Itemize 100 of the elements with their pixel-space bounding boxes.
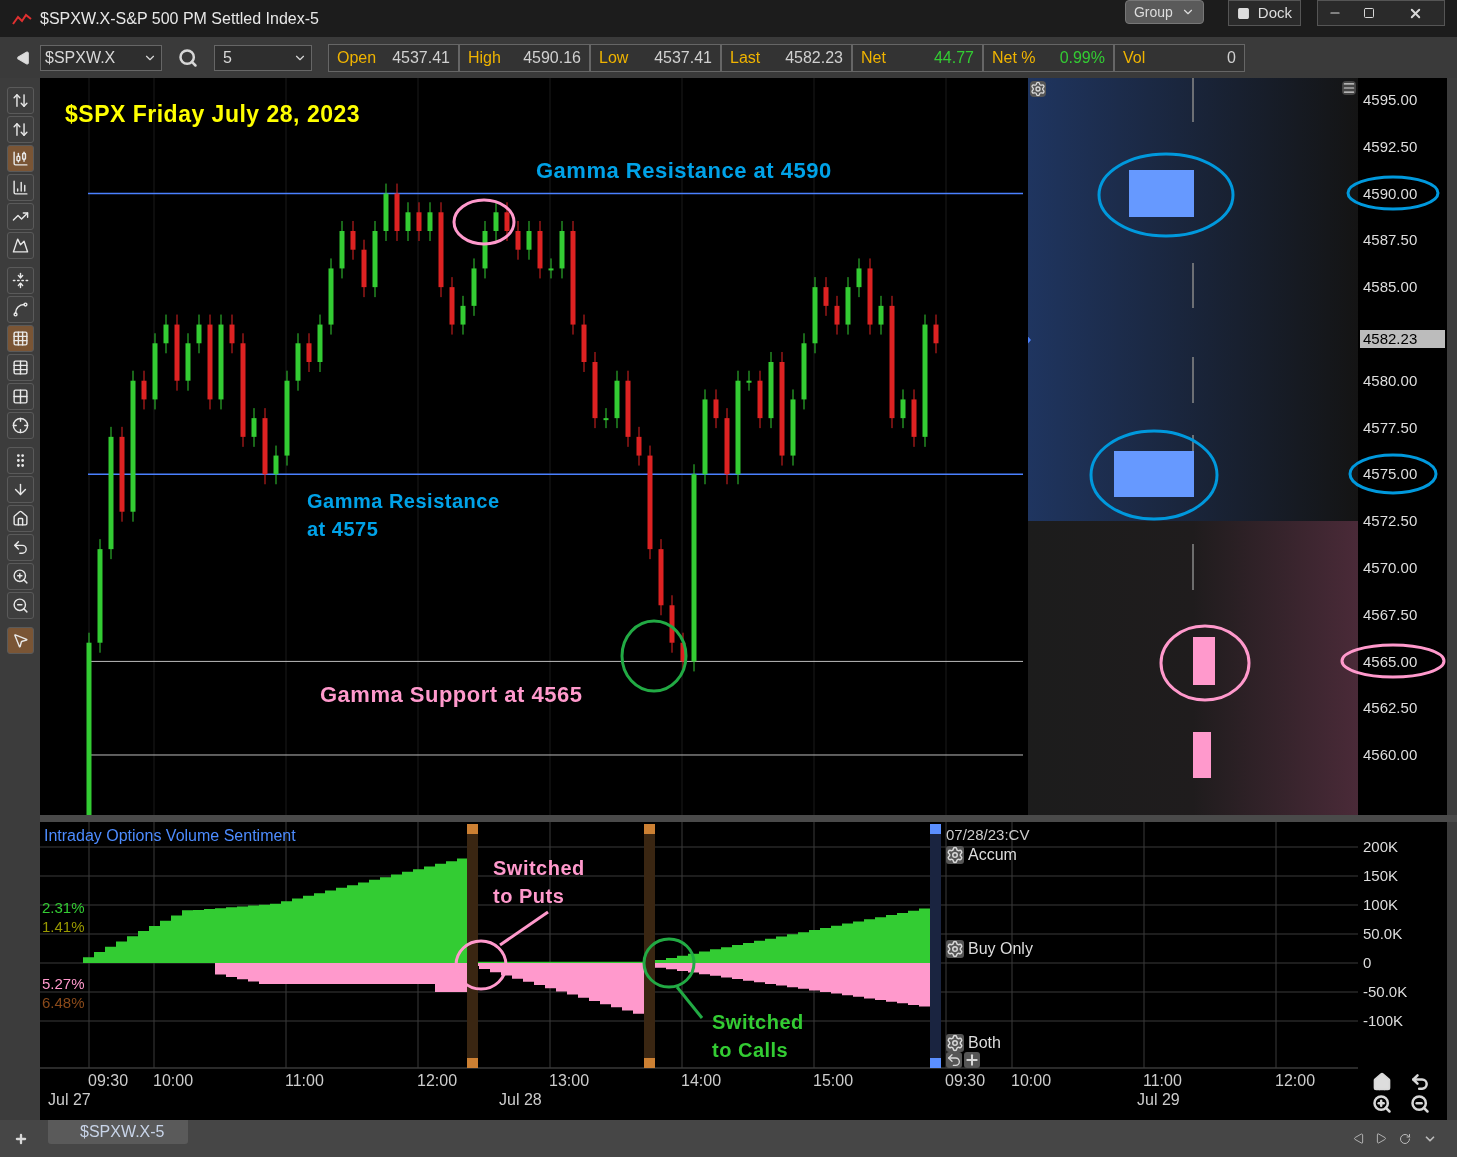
price-label: 4580.00 [1363, 371, 1418, 390]
close-button[interactable] [1386, 1, 1444, 25]
profile-bar [1129, 170, 1194, 217]
small-grid-icon [11, 388, 29, 405]
percent-label: 6.48% [42, 993, 85, 1013]
chart-annotation: Switched to Calls [712, 1010, 805, 1063]
chart-tool-button[interactable] [6, 145, 34, 172]
quote-label: Open [337, 47, 377, 68]
value-label: -100K [1363, 1012, 1404, 1030]
chart-tool-button[interactable] [6, 447, 34, 474]
add-icon[interactable] [964, 1052, 980, 1068]
time-label: 14:00 [681, 1071, 722, 1091]
add-tab-icon[interactable] [14, 1131, 28, 1146]
settings-icon[interactable] [946, 1034, 964, 1052]
quote-label: Vol [1123, 47, 1146, 68]
chart-tool-button[interactable] [6, 383, 34, 410]
dock-button[interactable]: Dock [1227, 0, 1301, 26]
time-label: 09:30 [88, 1071, 129, 1091]
chart-tool-button[interactable] [6, 534, 34, 561]
chart-tab[interactable]: $SPXW.X-5 [48, 1120, 189, 1144]
highlight-circle [452, 198, 516, 246]
price-label: 4570.00 [1363, 559, 1418, 577]
zoom-out-icon[interactable] [1410, 1094, 1430, 1114]
price-label: 4595.00 [1363, 91, 1418, 109]
column-chart-icon [11, 179, 29, 196]
price-label: 4592.50 [1363, 137, 1418, 156]
quote-label: Net [861, 47, 886, 68]
time-label: 15:00 [813, 1071, 854, 1091]
chart-tool-button[interactable] [6, 267, 34, 294]
chart-tool-button[interactable] [6, 296, 34, 323]
percent-label: 1.41% [42, 917, 85, 937]
profile-tick [1192, 78, 1194, 123]
price-label: 4562.50 [1363, 699, 1418, 718]
value-label: 50.0K [1363, 925, 1403, 943]
legend-label: Both [968, 1033, 1001, 1053]
settings-icon[interactable] [1030, 81, 1046, 97]
chart-tool-button[interactable] [6, 232, 34, 259]
maximize-icon [1363, 7, 1375, 19]
leader-line [499, 910, 549, 947]
chart-tool-button[interactable] [6, 476, 34, 503]
back-arrow-icon[interactable] [16, 50, 30, 65]
undo-icon[interactable] [1410, 1072, 1430, 1092]
time-label: 10:00 [153, 1071, 194, 1091]
quote-value: 4590.16 [523, 47, 581, 68]
quote-label: Last [730, 47, 761, 68]
chart-tool-button[interactable] [6, 563, 34, 590]
group-button[interactable]: Group [1124, 0, 1204, 24]
price-label: 4577.50 [1363, 418, 1418, 437]
interval-field[interactable]: 5 [214, 44, 312, 71]
settings-icon[interactable] [946, 940, 964, 958]
chart-tool-button[interactable] [6, 412, 34, 439]
legend-label: Buy Only [968, 939, 1033, 959]
legend-label: Accum [968, 845, 1017, 865]
price-label: 4575.00 [1363, 465, 1418, 484]
undo-icon [11, 539, 29, 556]
zoom-out-icon [11, 597, 29, 614]
chart-tool-button[interactable] [6, 627, 34, 654]
chart-tool-button[interactable] [6, 174, 34, 201]
profile-bar [1193, 732, 1211, 778]
chart-annotation: Gamma Support at 4565 [320, 681, 584, 709]
quote-label: Low [599, 47, 629, 68]
chart-tool-button[interactable] [6, 116, 34, 143]
symbol-field[interactable]: $SPXW.X [40, 44, 162, 71]
menu-icon[interactable] [1342, 81, 1356, 95]
settings-icon[interactable] [946, 846, 964, 864]
percent-label: 2.31% [42, 898, 85, 918]
grid-icon [11, 330, 29, 347]
chart-tool-button[interactable] [6, 592, 34, 619]
date-label: Jul 28 [499, 1090, 542, 1110]
quote-value: 0 [1227, 47, 1236, 68]
value-label: 150K [1363, 867, 1399, 885]
next-icon[interactable] [1376, 1133, 1387, 1144]
quote-value: 44.77 [933, 47, 974, 68]
previous-icon[interactable] [1353, 1133, 1364, 1144]
chart-tool-button[interactable] [6, 203, 34, 230]
chart-tool-button[interactable] [6, 325, 34, 352]
home-icon[interactable] [1372, 1072, 1392, 1092]
time-label: 12:00 [417, 1071, 458, 1091]
chart-tool-button[interactable] [6, 354, 34, 381]
dock-icon [1236, 6, 1250, 20]
percent-label: 5.27% [42, 974, 85, 994]
chart-annotation: Switched to Puts [493, 856, 586, 909]
quote-label: High [468, 47, 501, 68]
time-label: 10:00 [1011, 1071, 1052, 1091]
undo-icon[interactable] [946, 1052, 962, 1068]
home-icon [11, 510, 29, 527]
zoom-in-icon[interactable] [1372, 1094, 1392, 1114]
refresh-icon[interactable] [1399, 1132, 1411, 1145]
last-price-badge: 4582.23 [1360, 330, 1445, 348]
date-label: Jul 27 [48, 1090, 91, 1110]
chart-tool-button[interactable] [6, 505, 34, 532]
quote-label: Net % [992, 47, 1036, 68]
price-label: 4572.50 [1363, 512, 1418, 531]
chart-annotation: Gamma Resistance at 4575 [307, 489, 501, 542]
search-icon[interactable] [178, 47, 198, 68]
chart-tool-button[interactable] [6, 87, 34, 114]
window-title: $SPXW.X-S&P 500 PM Settled Index-5 [40, 8, 319, 29]
quote-value: 0.99% [1059, 47, 1105, 68]
value-label: -50.0K [1363, 983, 1408, 1001]
highlight-circle [642, 937, 696, 989]
